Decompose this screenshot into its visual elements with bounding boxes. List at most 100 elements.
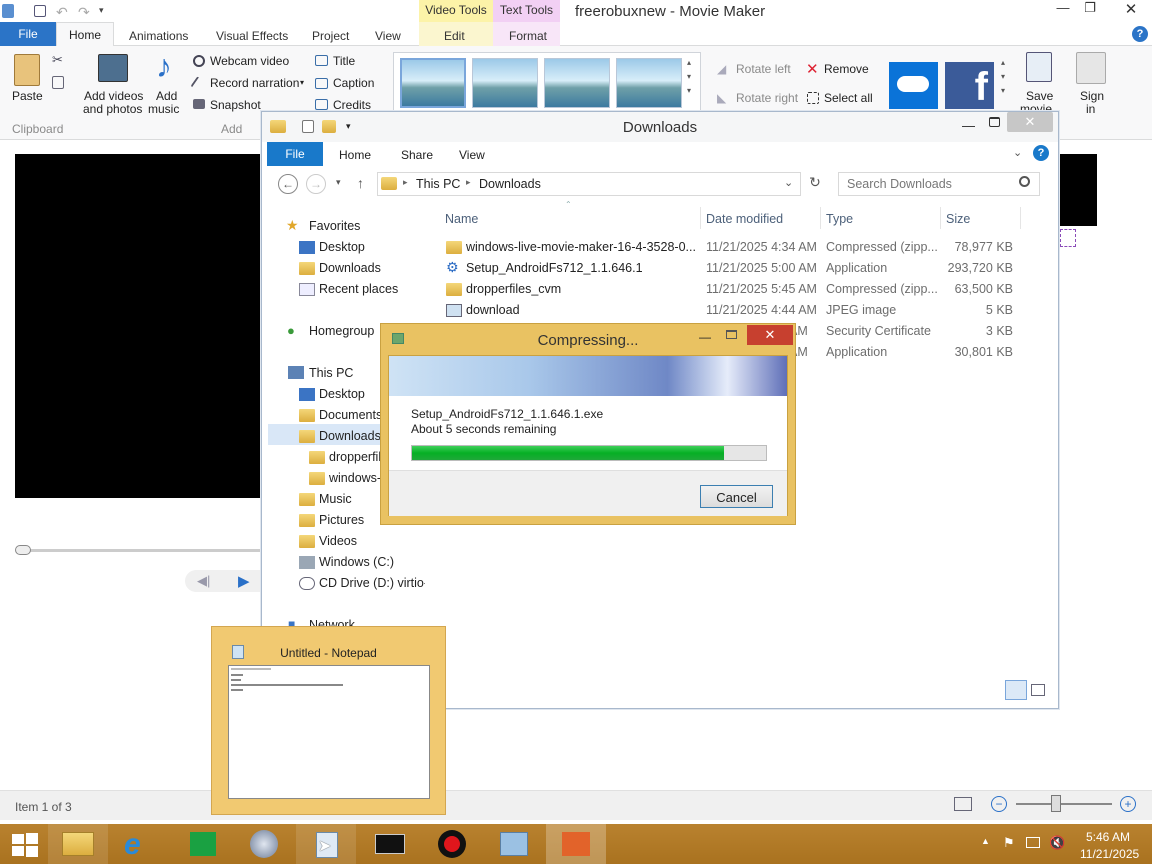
file-row-name[interactable]: windows-live-movie-maker-16-4-3528-0...	[466, 240, 696, 254]
large-icons-view-icon[interactable]	[1031, 684, 1045, 696]
nav-homegroup[interactable]: Homegroup	[309, 324, 374, 338]
zoom-in-icon[interactable]: +	[1120, 796, 1136, 812]
tab-edit[interactable]: Edit	[444, 29, 465, 43]
column-date[interactable]: Date modified	[706, 212, 783, 226]
nav-music[interactable]: Music	[319, 492, 352, 506]
play-icon[interactable]: ▶	[238, 572, 250, 590]
qat-dropdown-icon[interactable]: ▾	[99, 5, 104, 16]
minimize-button[interactable]: —	[962, 118, 975, 133]
nav-documents[interactable]: Documents	[319, 408, 382, 422]
maximize-button[interactable]	[989, 117, 1000, 127]
tab-view[interactable]: View	[459, 148, 485, 162]
paste-button[interactable]: Paste	[12, 90, 43, 103]
gallery-scroll-icon[interactable]: ▴ ▾ ▾	[687, 56, 691, 98]
thumbnail-size-icon[interactable]	[954, 797, 972, 811]
taskbar-command-prompt[interactable]	[360, 824, 420, 864]
taskbar-store[interactable]	[172, 824, 232, 864]
tab-file[interactable]: File	[267, 142, 323, 166]
cut-icon[interactable]: ✂	[52, 52, 63, 68]
title-button[interactable]: Title	[333, 55, 355, 68]
tab-file[interactable]: File	[0, 22, 56, 46]
save-movie-icon[interactable]	[1026, 52, 1052, 82]
search-input[interactable]: Search Downloads	[847, 177, 952, 191]
close-button[interactable]: ✕	[747, 325, 793, 345]
address-bar[interactable]: ▸ This PC ▸ Downloads ⌄	[377, 172, 801, 196]
theme-thumbnail[interactable]	[472, 58, 538, 108]
nav-subfolder-dropperfiles[interactable]: dropperfil	[329, 450, 381, 464]
taskbar-movie-maker[interactable]	[546, 824, 606, 864]
select-all-button[interactable]: Select all	[824, 92, 873, 105]
theme-thumbnail[interactable]	[616, 58, 682, 108]
file-row-name[interactable]: Setup_AndroidFs712_1.1.646.1	[466, 261, 643, 275]
chevron-down-icon[interactable]: ▾	[300, 78, 304, 87]
rotate-right-button[interactable]: Rotate right	[736, 92, 798, 105]
nav-favorites[interactable]: Favorites	[309, 219, 360, 233]
expand-ribbon-icon[interactable]: ⌄	[1013, 146, 1022, 159]
tab-home[interactable]: Home	[56, 22, 114, 47]
taskbar-app-globe[interactable]	[234, 824, 294, 864]
nav-desktop[interactable]: Desktop	[319, 240, 365, 254]
theme-thumbnail[interactable]	[400, 58, 466, 108]
save-icon[interactable]	[34, 5, 46, 17]
rotate-left-button[interactable]: Rotate left	[736, 63, 791, 76]
tab-visual-effects[interactable]: Visual Effects	[216, 29, 288, 43]
theme-thumbnail[interactable]	[544, 58, 610, 108]
zoom-slider[interactable]	[1016, 803, 1112, 805]
column-size[interactable]: Size	[946, 212, 970, 226]
taskbar-internet-explorer[interactable]: e	[110, 824, 170, 864]
undo-icon[interactable]: ↶	[56, 4, 70, 20]
webcam-video-button[interactable]: Webcam video	[210, 55, 289, 68]
nav-this-pc[interactable]: This PC	[309, 366, 353, 380]
nav-pictures[interactable]: Pictures	[319, 513, 364, 527]
tab-home[interactable]: Home	[339, 148, 371, 162]
windows-start-icon[interactable]	[12, 833, 38, 857]
search-box[interactable]: Search Downloads	[838, 172, 1040, 196]
video-preview[interactable]	[15, 154, 262, 498]
rotate-left-icon[interactable]: ◢	[717, 62, 726, 76]
save-movie-button[interactable]: Save	[1026, 90, 1053, 103]
film-icon[interactable]	[98, 54, 128, 82]
details-view-icon[interactable]	[1005, 680, 1027, 700]
snapshot-button[interactable]: Snapshot	[210, 99, 261, 112]
select-all-icon[interactable]	[807, 92, 819, 104]
facebook-icon[interactable]: f	[945, 62, 994, 109]
remove-icon[interactable]: ✕	[806, 60, 819, 78]
address-dropdown-icon[interactable]: ⌄	[784, 176, 793, 189]
seek-thumb[interactable]	[15, 545, 31, 555]
close-button[interactable]: ✕	[1007, 112, 1053, 132]
maximize-button[interactable]	[726, 330, 737, 339]
nav-videos[interactable]: Videos	[319, 534, 357, 548]
tab-share[interactable]: Share	[401, 148, 433, 162]
forward-button[interactable]: →	[306, 174, 326, 194]
file-row-name[interactable]: dropperfiles_cvm	[466, 282, 561, 296]
up-button[interactable]: ↑	[357, 175, 364, 191]
restore-button[interactable]: ❐	[1073, 0, 1107, 22]
taskbar-file-explorer[interactable]	[48, 824, 108, 864]
tab-view[interactable]: View	[375, 29, 401, 43]
minimize-button[interactable]: —	[699, 330, 711, 344]
taskbar-control-panel[interactable]	[484, 824, 544, 864]
notepad-taskbar-preview[interactable]: Untitled - Notepad	[211, 626, 446, 815]
nav-subfolder-windows[interactable]: windows-	[329, 471, 381, 485]
nav-pc-downloads[interactable]: Downloads	[319, 429, 381, 443]
column-name[interactable]: Name	[445, 212, 478, 226]
taskbar-recorder[interactable]	[422, 824, 482, 864]
tab-animations[interactable]: Animations	[129, 29, 188, 43]
search-icon[interactable]	[1019, 176, 1030, 187]
file-row-name[interactable]: download	[466, 303, 520, 317]
zoom-out-icon[interactable]: −	[991, 796, 1007, 812]
nav-downloads[interactable]: Downloads	[319, 261, 381, 275]
rotate-right-icon[interactable]: ◣	[717, 91, 726, 105]
clock-date[interactable]: 11/21/2025	[1080, 847, 1139, 861]
recent-locations-icon[interactable]: ▾	[336, 177, 341, 188]
storyboard-clip[interactable]	[1059, 154, 1097, 226]
network-tray-icon[interactable]	[1026, 837, 1040, 848]
remove-button[interactable]: Remove	[824, 63, 869, 76]
tab-format[interactable]: Format	[509, 29, 547, 43]
nav-pc-desktop[interactable]: Desktop	[319, 387, 365, 401]
music-note-icon[interactable]: ♪	[156, 48, 172, 85]
nav-recent-places[interactable]: Recent places	[319, 282, 398, 296]
share-scroll-icon[interactable]: ▴ ▾ ▾	[1001, 56, 1005, 98]
tab-project[interactable]: Project	[312, 29, 349, 43]
back-button[interactable]: ←	[278, 174, 298, 194]
